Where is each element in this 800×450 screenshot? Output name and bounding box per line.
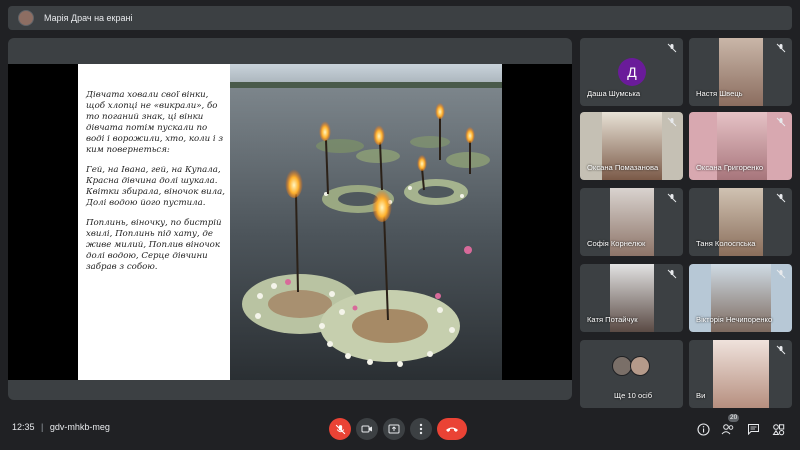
- participant-name: Оксана Помазанова: [587, 163, 659, 172]
- meeting-code: gdv-mhkb-meg: [49, 422, 110, 432]
- mic-off-icon: [667, 193, 677, 203]
- participant-name: Ще 10 осіб: [614, 391, 653, 400]
- slide-text: Дівчата ховали свої вінки, щоб хлопці не…: [78, 64, 230, 380]
- presenter-label: Марія Драч на екрані: [44, 13, 133, 23]
- control-bar: 12:35 | gdv-mhkb-meg 20: [0, 410, 800, 450]
- participant-name: Оксана Григоренко: [696, 163, 764, 172]
- info-icon: [696, 422, 710, 436]
- participant-name: Таня Колоспська: [696, 239, 756, 248]
- present-screen-icon: [388, 424, 400, 433]
- participant-name: Софія Корнелюк: [587, 239, 646, 248]
- participants-button[interactable]: 20: [719, 414, 740, 438]
- meeting-info: 12:35 | gdv-mhkb-meg: [12, 422, 110, 432]
- participant-name: Настя Швець: [696, 89, 743, 98]
- participants-count-badge: 20: [728, 414, 740, 422]
- participant-name: Ви: [696, 391, 706, 400]
- avatar-initial: Д: [627, 64, 637, 80]
- clock-time: 12:35: [12, 422, 35, 432]
- participant-avatar: Д: [618, 58, 646, 86]
- participant-name: Даша Шумська: [587, 89, 641, 98]
- slide-paragraph-2: Гей, на Івана, гей, на Купала, Красна ді…: [86, 165, 225, 208]
- camera-toggle-button[interactable]: [356, 418, 378, 440]
- overflow-avatar: [612, 356, 632, 376]
- participant-tile-tanya[interactable]: Таня Колоспська: [689, 188, 792, 256]
- mic-off-icon: [776, 193, 786, 203]
- camera-icon: [361, 425, 372, 433]
- mic-off-icon: [667, 269, 677, 279]
- participant-name: Вікторія Нечипоренко: [696, 315, 773, 324]
- participant-tile-oksana-h[interactable]: Оксана Григоренко: [689, 112, 792, 180]
- activities-button[interactable]: [769, 420, 787, 438]
- mic-off-icon: [667, 117, 677, 127]
- presenter-avatar: [18, 10, 34, 26]
- participant-tile-viktoria[interactable]: Вікторія Нечипоренко: [689, 264, 792, 332]
- mic-off-icon: [776, 345, 786, 355]
- participant-tile-oksana-p[interactable]: Оксана Помазанова: [580, 112, 683, 180]
- participant-tile-more[interactable]: Ще 10 осіб: [580, 340, 683, 408]
- mic-off-icon: [776, 117, 786, 127]
- chat-button[interactable]: [744, 420, 762, 438]
- participant-tile-sofia[interactable]: Софія Корнелюк: [580, 188, 683, 256]
- slide-paragraph-3: Поплинь, віночку, по бистрій хвилі, Попл…: [86, 218, 222, 272]
- participant-name: Катя Потайчук: [587, 315, 638, 324]
- participant-tile-nastya[interactable]: Настя Швець: [689, 38, 792, 106]
- overflow-avatar: [630, 356, 650, 376]
- presenter-bar: Марія Драч на екрані: [8, 6, 792, 30]
- info-separator: |: [41, 422, 44, 432]
- shared-slide: Дівчата ховали свої вінки, щоб хлопці не…: [78, 64, 502, 380]
- participant-video: [713, 340, 769, 408]
- participant-tile-self[interactable]: Ви: [689, 340, 792, 408]
- chat-icon: [747, 424, 759, 435]
- more-vert-icon: [419, 423, 423, 435]
- mic-off-icon: [776, 43, 786, 53]
- slide-paragraph-1: Дівчата ховали свої вінки, щоб хлопці не…: [86, 90, 224, 155]
- participant-tile-dasha[interactable]: Д Даша Шумська: [580, 38, 683, 106]
- mic-toggle-button[interactable]: [329, 418, 351, 440]
- end-call-icon: [446, 427, 458, 432]
- people-icon: [721, 424, 734, 435]
- mic-off-icon: [776, 269, 786, 279]
- mic-off-icon: [335, 424, 345, 434]
- mic-off-icon: [667, 43, 677, 53]
- wreaths-photo: [230, 64, 502, 380]
- wreaths-photo-art: [230, 64, 502, 380]
- leave-call-button[interactable]: [437, 418, 467, 440]
- activities-icon: [772, 423, 784, 435]
- more-options-button[interactable]: [410, 418, 432, 440]
- presentation-stage: Дівчата ховали свої вінки, щоб хлопці не…: [8, 38, 572, 400]
- present-now-button[interactable]: [383, 418, 405, 440]
- meeting-details-button[interactable]: [694, 420, 712, 438]
- participant-tile-katya[interactable]: Катя Потайчук: [580, 264, 683, 332]
